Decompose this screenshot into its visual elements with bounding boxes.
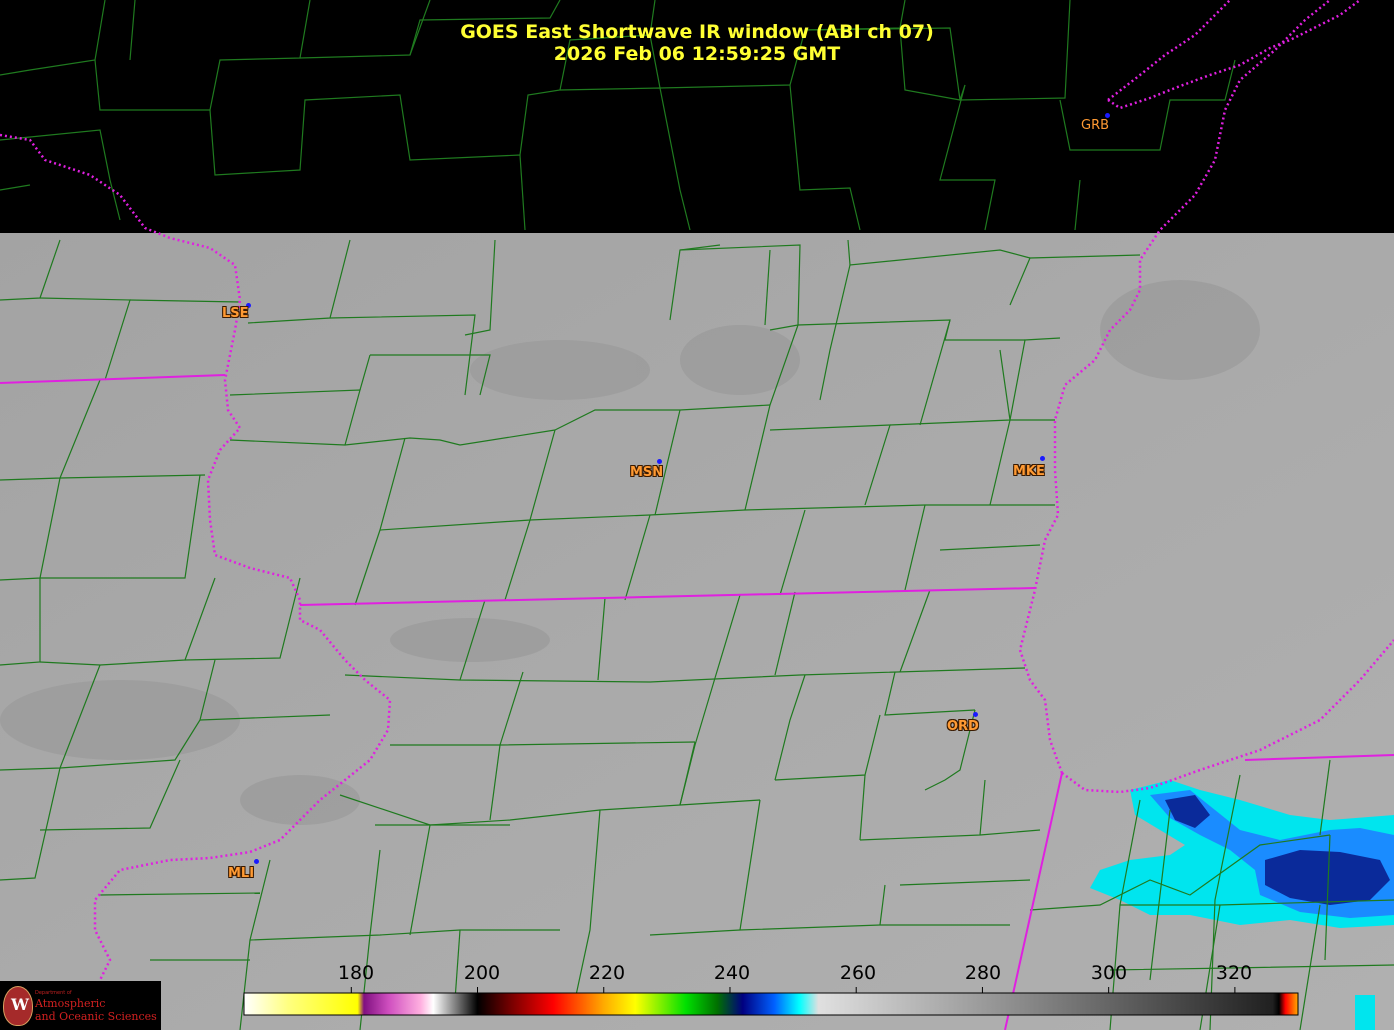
map-timestamp: 2026 Feb 06 12:59:25 GMT [553,43,841,65]
uw-seal-icon: W [3,986,33,1026]
satellite-map [0,0,1394,1030]
colorbar-tick-label: 260 [839,962,877,984]
colorbar-tick-label: 200 [463,962,501,984]
station-label-msn: MSN [630,465,664,480]
colorbar-tick-label: 240 [713,962,751,984]
colorbar-tick-label: 320 [1215,962,1253,984]
station-label-mli: MLI [228,866,255,881]
map-title: GOES East Shortwave IR window (ABI ch 07… [460,21,934,43]
station-dot-ord [973,712,978,717]
logo-name-line2: and Oceanic Sciences [35,1010,157,1023]
aos-logo: W Department of Atmospheric and Oceanic … [0,981,161,1030]
station-dot-msn [657,459,662,464]
colorbar-tick-label: 280 [964,962,1002,984]
colorbar-tick-label: 220 [588,962,626,984]
station-label-lse: LSE [222,306,249,321]
logo-name-line1: Atmospheric [35,997,106,1010]
station-dot-mke [1040,456,1045,461]
colorbar-tick-label: 180 [337,962,375,984]
logo-dept-text: Department of [35,990,72,996]
colorbar [243,992,1299,1016]
colorbar-tick-label: 300 [1090,962,1128,984]
station-dot-mli [254,859,259,864]
station-label-ord: ORD [947,719,979,734]
station-label-grb: GRB [1081,118,1110,133]
station-label-mke: MKE [1013,464,1045,479]
